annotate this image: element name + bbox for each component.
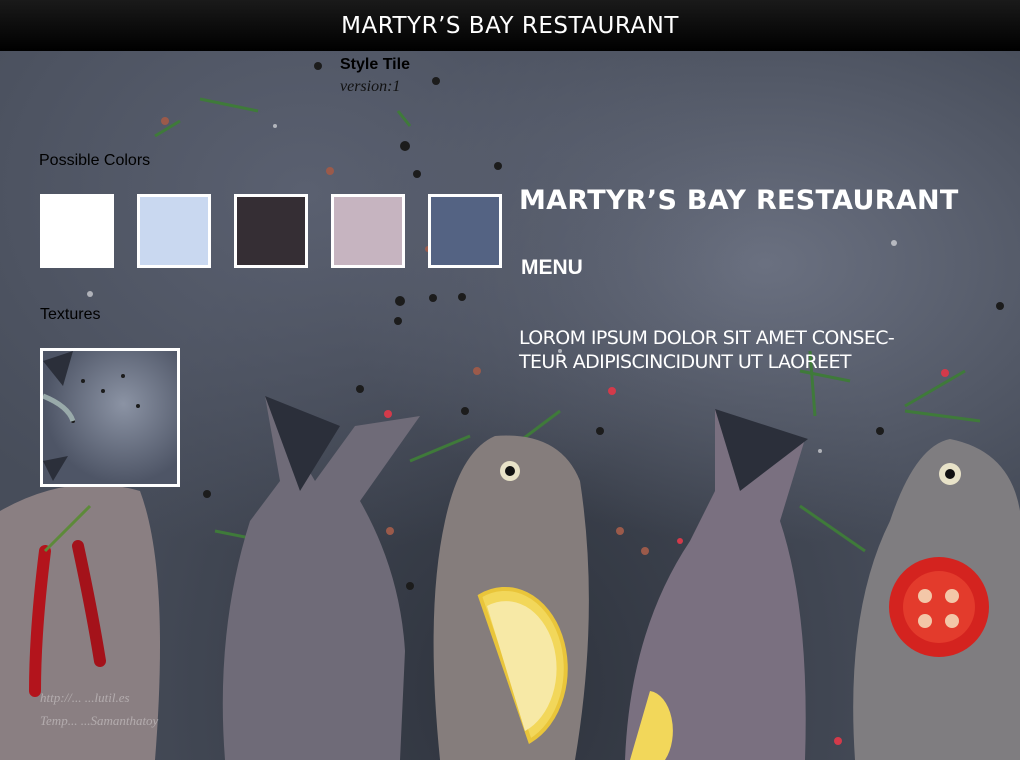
texture-sample (40, 348, 180, 487)
texture-image (43, 351, 140, 481)
credit-line-2: Temp... ...Samanthatoy (40, 713, 159, 728)
color-swatch-4 (331, 194, 405, 268)
style-tile-title: Style Tile (340, 56, 410, 73)
menu-link[interactable]: MENU (521, 256, 583, 280)
color-swatch-1 (40, 194, 114, 268)
color-swatch-2 (137, 194, 211, 268)
body-text-line-2: TEUR ADIPISCINCIDUNT UT LAOREET (519, 351, 851, 373)
style-tile-canvas: MARTYR’S BAY RESTAURANT Style Tile versi… (0, 0, 1020, 760)
tomato-slice-icon (889, 557, 989, 657)
credit-line-1: http://... ...lutil.es (40, 690, 130, 705)
fish-5-pupil (945, 469, 955, 479)
restaurant-title: MARTYR’S BAY RESTAURANT (519, 185, 959, 216)
body-text: LOROM IPSUM DOLOR SIT AMET CONSEC- TEUR … (519, 326, 979, 374)
header-title: MARTYR’S BAY RESTAURANT (341, 12, 679, 39)
body-text-line-1: LOROM IPSUM DOLOR SIT AMET CONSEC- (519, 327, 895, 349)
textures-label: Textures (40, 306, 101, 323)
header-bar: MARTYR’S BAY RESTAURANT (0, 0, 1020, 51)
possible-colors-label: Possible Colors (39, 152, 151, 169)
color-swatch-5 (428, 194, 502, 268)
fish-3-pupil (505, 466, 515, 476)
style-tile-version: version:1 (340, 78, 401, 95)
color-swatch-3 (234, 194, 308, 268)
